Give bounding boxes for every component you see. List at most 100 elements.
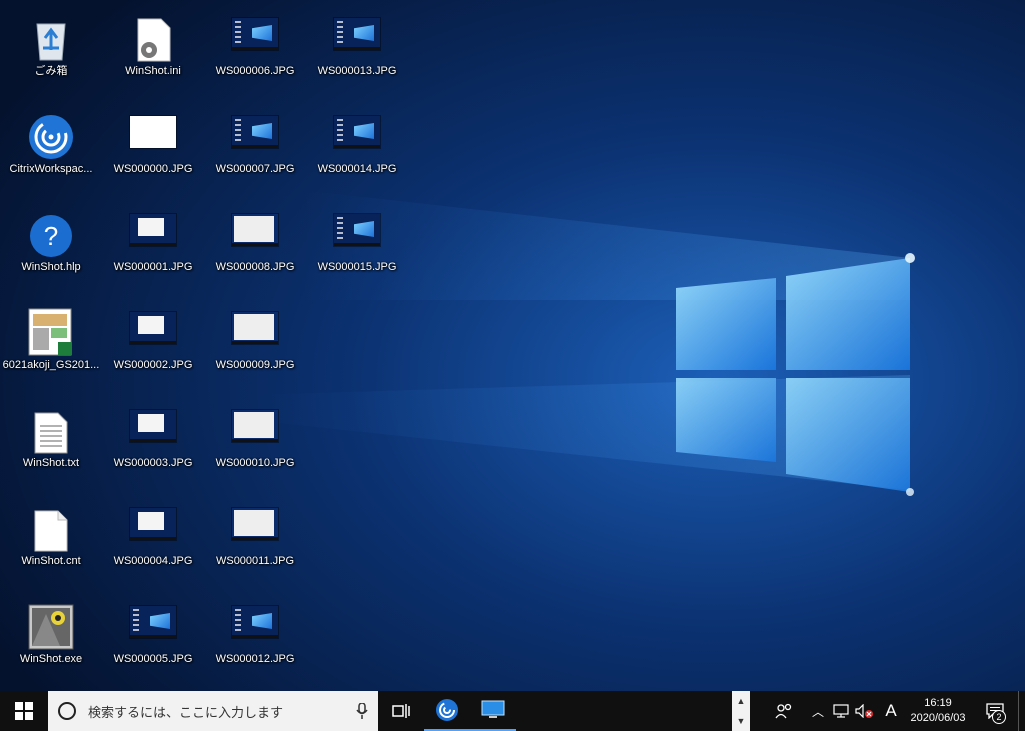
citrix-taskbar-button[interactable] [424,691,470,731]
desktop-icon[interactable]: WS000007.JPG [206,100,304,188]
notification-count-badge: 2 [992,710,1006,724]
jpg-thumbnail-icon [125,594,181,650]
desktop-icon-label: WS000015.JPG [317,261,397,273]
desktop-icon-label: WinShot.ini [125,65,181,77]
settings-file-icon [125,6,181,62]
start-button[interactable] [0,691,48,731]
desktop-icon-label: WinShot.hlp [21,261,81,273]
search-placeholder: 検索するには、ここに入力します [88,704,284,720]
desktop-icon-label: WS000010.JPG [215,457,295,469]
desktop-icon[interactable]: WS000000.JPG [104,100,202,188]
desktop-icon-label: WS000005.JPG [113,653,193,665]
desktop-icon-label: WS000013.JPG [317,65,397,77]
jpg-thumbnail-icon [329,202,385,258]
search-input[interactable]: 検索するには、ここに入力します [48,691,378,731]
monitor-icon [481,700,505,718]
desktop-icon[interactable]: WinShot.txt [2,394,100,482]
desktop-icon-label: WS000002.JPG [113,359,193,371]
desktop-icon-label: WS000004.JPG [113,555,193,567]
desktop-icon[interactable]: WS000013.JPG [308,2,406,90]
desktop-icon[interactable]: WinShot.ini [104,2,202,90]
jpg-thumbnail-icon [329,6,385,62]
desktop-icon-label: WS000008.JPG [215,261,295,273]
desktop-icon[interactable]: WS000009.JPG [206,296,304,384]
desktop-icon-label: WS000006.JPG [215,65,295,77]
chevron-down-icon[interactable]: ▼ [737,716,746,726]
help-file-icon: ? [23,202,79,258]
clock-date: 2020/06/03 [910,712,966,724]
desktop-icon[interactable]: WS000003.JPG [104,394,202,482]
desktop-icon[interactable]: WinShot.cnt [2,492,100,580]
jpg-thumbnail-icon [227,496,283,552]
system-tray: ︿ A 16:19 2020/06/03 2 [762,691,1025,731]
desktop-icon-label: WinShot.cnt [21,555,81,567]
desktop-icon[interactable]: WinShot.exe [2,590,100,678]
spreadsheet-file-icon [23,300,79,356]
jpg-thumbnail-icon [125,398,181,454]
desktop-icon-label: 6021akoji_GS201... [2,359,100,371]
show-desktop-button[interactable] [1018,691,1025,731]
task-view-button[interactable] [378,691,424,731]
volume-button[interactable] [852,691,878,731]
people-button[interactable] [762,691,806,731]
clock-button[interactable]: 16:19 2020/06/03 [904,691,972,731]
show-hidden-icons-button[interactable]: ︿ [806,691,830,731]
jpg-thumbnail-icon [227,594,283,650]
jpg-thumbnail-icon [227,202,283,258]
desktop-icon-label: WS000012.JPG [215,653,295,665]
jpg-thumbnail-icon [125,202,181,258]
text-file-icon [23,398,79,454]
desktop-icon[interactable]: ? WinShot.hlp [2,198,100,286]
windows-logo-icon [15,702,33,720]
desktop-icon[interactable]: WS000001.JPG [104,198,202,286]
desktop-icon-label: WS000001.JPG [113,261,193,273]
task-view-icon [392,704,410,718]
chevron-up-icon: ︿ [811,704,824,719]
jpg-thumbnail-icon [227,6,283,62]
winshot-app-icon [23,594,79,650]
taskbar: 検索するには、ここに入力します ▲ ▼ ︿ A 16:19 2020/06/03… [0,691,1025,731]
network-icon [833,704,849,718]
desktop-icon-label: CitrixWorkspac... [9,163,93,175]
microphone-icon[interactable] [356,703,368,719]
desktop-icon[interactable]: CitrixWorkspac... [2,100,100,188]
desktop-icon[interactable]: WS000005.JPG [104,590,202,678]
desktop-icon[interactable]: ごみ箱 [2,2,100,90]
network-button[interactable] [830,691,852,731]
desktop-icon[interactable]: WS000008.JPG [206,198,304,286]
jpg-thumbnail-icon [329,104,385,160]
people-icon [775,703,792,719]
desktop-icon[interactable]: WS000002.JPG [104,296,202,384]
jpg-thumbnail-icon [125,496,181,552]
jpg-thumbnail-icon [227,300,283,356]
desktop-icon[interactable]: WS000015.JPG [308,198,406,286]
desktop-icon[interactable]: WS000011.JPG [206,492,304,580]
desktop-icon[interactable]: WS000012.JPG [206,590,304,678]
clock-time: 16:19 [924,697,952,709]
action-center-button[interactable]: 2 [972,691,1018,731]
desktop-icon-label: WS000000.JPG [113,163,193,175]
desktop-icon-label: WS000011.JPG [215,555,295,567]
desktop-icon-label: WinShot.txt [22,457,80,469]
ime-indicator[interactable]: A [878,691,904,731]
desktop-icon-label: WS000009.JPG [215,359,295,371]
citrix-workspace-icon [436,699,458,721]
desktop-icon[interactable]: WS000010.JPG [206,394,304,482]
desktop-icon-label: WS000003.JPG [113,457,193,469]
desktop-taskbar-button[interactable] [470,691,516,731]
chevron-up-icon[interactable]: ▲ [737,696,746,706]
jpg-thumbnail-icon [125,104,181,160]
desktop-icon[interactable]: WS000014.JPG [308,100,406,188]
taskbar-empty-area [516,691,732,731]
jpg-thumbnail-icon [125,300,181,356]
citrix-workspace-icon [23,104,79,160]
desktop-icon[interactable]: WS000006.JPG [206,2,304,90]
desktop-icon-label: ごみ箱 [34,65,68,77]
desktop-icon[interactable]: 6021akoji_GS201... [2,296,100,384]
taskbar-scroll[interactable]: ▲ ▼ [732,691,750,731]
svg-text:?: ? [44,221,58,251]
recycle-bin-icon [23,6,79,62]
jpg-thumbnail-icon [227,104,283,160]
blank-file-icon [23,496,79,552]
desktop-icon[interactable]: WS000004.JPG [104,492,202,580]
